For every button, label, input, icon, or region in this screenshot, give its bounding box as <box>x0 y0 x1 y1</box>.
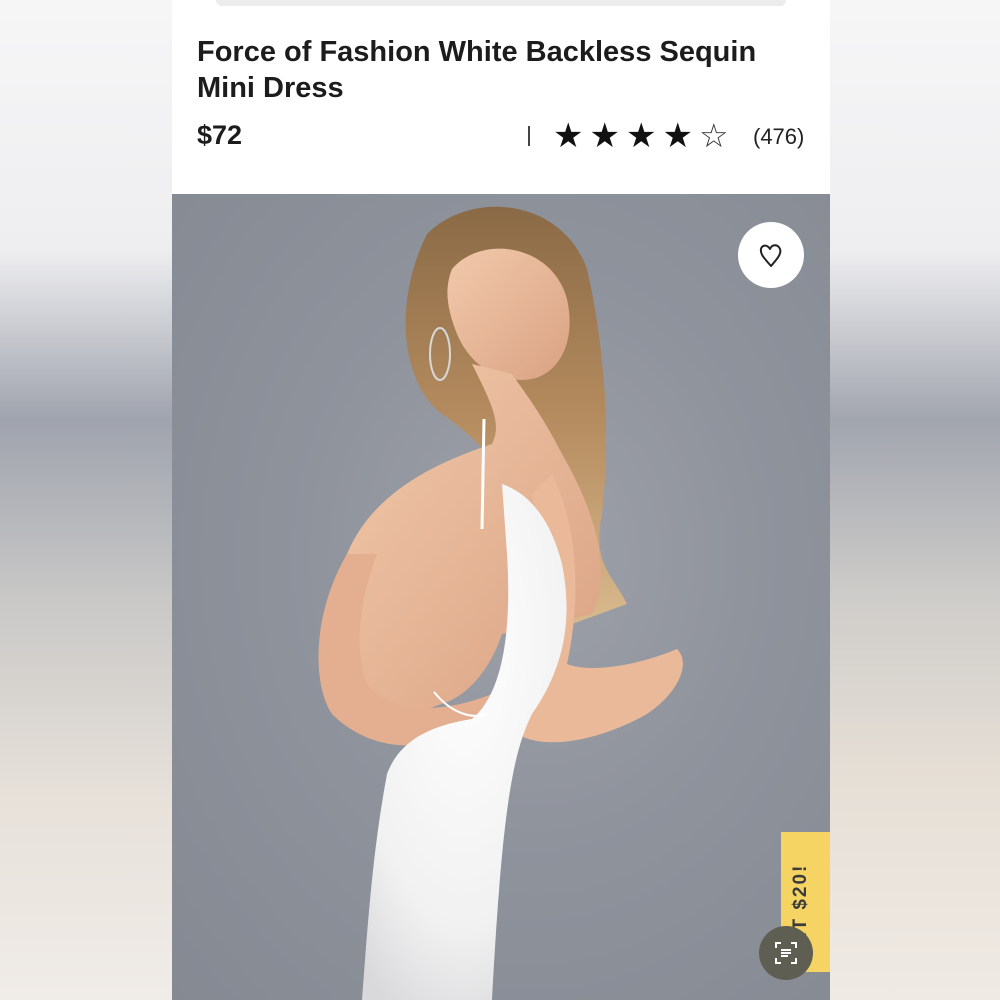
star-filled-icon: ★ <box>553 117 584 155</box>
search-bar-edge[interactable] <box>216 0 786 6</box>
blurred-background-right <box>830 0 1000 1000</box>
product-title: Force of Fashion White Backless Sequin M… <box>197 36 757 104</box>
star-filled-icon: ★ <box>589 117 620 155</box>
rating-separator <box>528 126 530 146</box>
blurred-background-left <box>0 0 172 1000</box>
star-filled-icon: ★ <box>625 117 657 155</box>
review-count[interactable]: (476) <box>753 124 804 150</box>
scan-button[interactable] <box>759 926 813 980</box>
scan-text-icon <box>775 942 797 964</box>
star-filled-icon: ★ <box>662 117 693 155</box>
favorite-button[interactable] <box>738 222 804 288</box>
star-rating[interactable]: ★ ★ ★ ★ ☆ <box>553 116 729 156</box>
product-page: Force of Fashion White Backless Sequin M… <box>172 0 830 1000</box>
product-image[interactable]: GET $20! <box>172 194 830 1000</box>
model-photo <box>318 206 683 1000</box>
star-empty-icon: ☆ <box>698 117 729 154</box>
product-price: $72 <box>197 120 243 150</box>
heart-outline-icon <box>759 244 782 267</box>
